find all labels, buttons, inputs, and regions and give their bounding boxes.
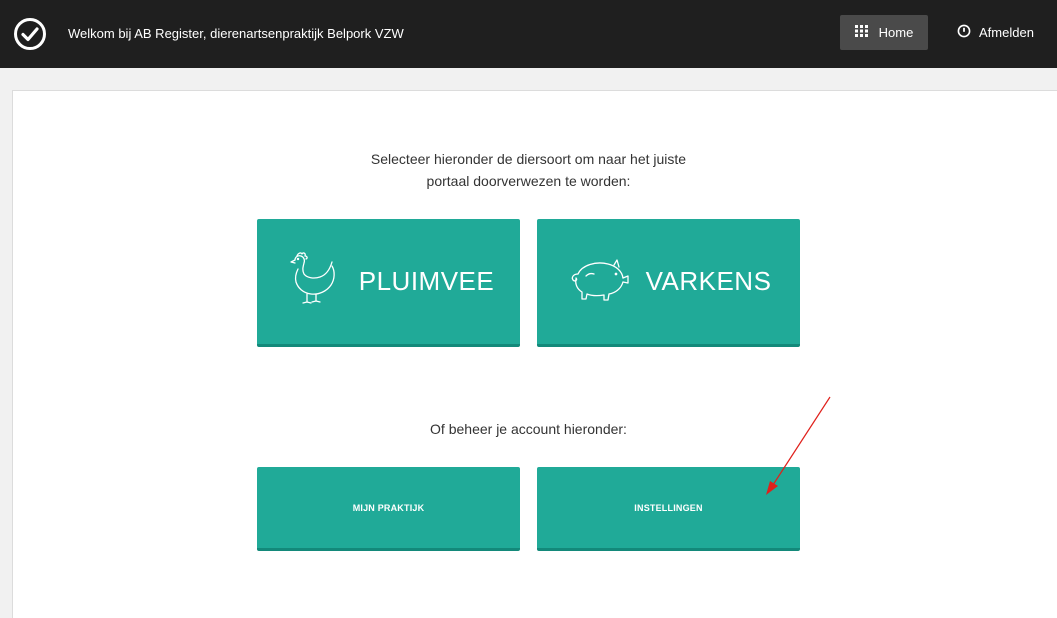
logout-button[interactable]: Afmelden — [957, 15, 1034, 50]
varkens-button[interactable]: VARKENS — [537, 219, 800, 347]
intro-line-1: Selecteer hieronder de diersoort om naar… — [370, 151, 687, 167]
welcome-message: Welkom bij AB Register, dierenartsenprak… — [68, 26, 404, 41]
pluimvee-button[interactable]: PLUIMVEE — [257, 219, 520, 347]
mijn-praktijk-label: MIJN PRAKTIJK — [352, 502, 425, 513]
mijn-praktijk-button[interactable]: MIJN PRAKTIJK — [257, 467, 520, 551]
intro-text: Selecteer hieronder de diersoort om naar… — [0, 148, 1057, 192]
pig-icon — [566, 254, 632, 309]
intro-line-2: portaal doorverwezen te worden: — [426, 173, 631, 189]
power-icon — [957, 24, 971, 41]
logout-label: Afmelden — [979, 25, 1034, 40]
instellingen-button[interactable]: INSTELLINGEN — [537, 467, 800, 551]
pluimvee-label: PLUIMVEE — [358, 266, 495, 296]
chicken-icon — [283, 248, 345, 315]
top-navigation-bar: Welkom bij AB Register, dierenartsenprak… — [0, 0, 1057, 68]
checkmark-logo-icon[interactable] — [12, 16, 48, 52]
home-label: Home — [878, 25, 914, 40]
account-section-title: Of beheer je account hieronder: — [430, 421, 627, 437]
home-button[interactable]: Home — [840, 15, 928, 50]
grid-icon — [854, 25, 869, 40]
varkens-label: VARKENS — [645, 266, 772, 296]
instellingen-label: INSTELLINGEN — [634, 502, 703, 513]
